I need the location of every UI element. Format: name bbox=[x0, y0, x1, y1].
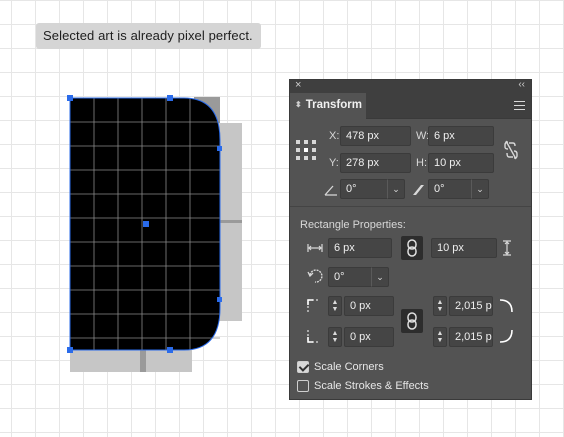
rotate-field[interactable]: 0° bbox=[340, 179, 388, 199]
rect-size-link-button[interactable] bbox=[401, 236, 423, 260]
collapse-icon[interactable]: ‹‹ bbox=[518, 79, 525, 90]
hamburger-menu-icon[interactable] bbox=[514, 101, 525, 110]
scale-corners-label[interactable]: Scale Corners bbox=[314, 361, 384, 373]
rect-rotation-icon bbox=[307, 269, 323, 283]
tab-transform-label: Transform bbox=[305, 99, 362, 111]
height-field[interactable]: 10 px bbox=[428, 153, 494, 173]
shear-icon bbox=[413, 185, 424, 195]
corner-tr-stepper[interactable]: ▲ ▼ bbox=[433, 296, 447, 316]
rect-rotation-dropdown-chevron[interactable]: ⌄ bbox=[371, 267, 389, 287]
panel-title-bar[interactable]: × ‹‹ bbox=[290, 79, 531, 93]
reference-point-icon[interactable] bbox=[295, 139, 317, 161]
corner-radius-link-button[interactable] bbox=[401, 309, 423, 333]
corner-bl-field[interactable]: 0 px bbox=[344, 327, 394, 347]
corner-type-tl-icon[interactable] bbox=[307, 299, 321, 313]
constrain-proportions-icon[interactable] bbox=[504, 140, 518, 160]
corner-type-bl-icon[interactable] bbox=[307, 329, 321, 343]
corner-type-tr-icon[interactable] bbox=[499, 299, 513, 313]
scale-strokes-label[interactable]: Scale Strokes & Effects bbox=[314, 380, 429, 392]
corner-br-field[interactable]: 2,015 p bbox=[449, 327, 493, 347]
rect-width-icon bbox=[307, 244, 323, 252]
shear-field[interactable]: 0° bbox=[428, 179, 472, 199]
section-divider bbox=[290, 206, 531, 207]
close-icon[interactable]: × bbox=[295, 79, 301, 91]
y-field[interactable]: 278 px bbox=[340, 153, 411, 173]
shear-dropdown-chevron[interactable]: ⌄ bbox=[471, 179, 489, 199]
corner-tl-stepper[interactable]: ▲ ▼ bbox=[328, 296, 342, 316]
rotate-angle-icon bbox=[324, 185, 337, 196]
tab-arrows-icon: ⬍ bbox=[295, 100, 302, 109]
rect-rotation-field[interactable]: 0° bbox=[328, 267, 372, 287]
width-field[interactable]: 6 px bbox=[428, 126, 494, 146]
rotate-dropdown-chevron[interactable]: ⌄ bbox=[387, 179, 405, 199]
tab-transform[interactable]: ⬍ Transform bbox=[290, 93, 366, 120]
h-label: H: bbox=[416, 157, 427, 169]
rect-height-field[interactable]: 10 px bbox=[431, 238, 497, 258]
rectangle-properties-title: Rectangle Properties: bbox=[300, 219, 406, 231]
corner-tl-field[interactable]: 0 px bbox=[344, 296, 394, 316]
scale-corners-checkbox[interactable] bbox=[297, 361, 309, 373]
scale-strokes-checkbox[interactable] bbox=[297, 380, 309, 392]
corner-br-stepper[interactable]: ▲ ▼ bbox=[433, 327, 447, 347]
corner-type-br-icon[interactable] bbox=[499, 329, 513, 343]
artwork-canvas[interactable] bbox=[0, 0, 290, 437]
y-label: Y: bbox=[329, 157, 339, 169]
x-field[interactable]: 478 px bbox=[340, 126, 411, 146]
link-icon-corners bbox=[407, 312, 417, 330]
x-label: X: bbox=[329, 130, 340, 142]
rect-width-field[interactable]: 6 px bbox=[328, 238, 392, 258]
panel-tab-row: ⬍ Transform bbox=[290, 93, 531, 120]
corner-tr-field[interactable]: 2,015 p bbox=[449, 296, 493, 316]
corner-bl-stepper[interactable]: ▲ ▼ bbox=[328, 327, 342, 347]
link-icon bbox=[407, 239, 417, 257]
rect-height-icon bbox=[503, 240, 511, 256]
transform-panel: × ‹‹ ⬍ Transform X: 478 px W: 6 px Y: 278… bbox=[289, 79, 532, 400]
